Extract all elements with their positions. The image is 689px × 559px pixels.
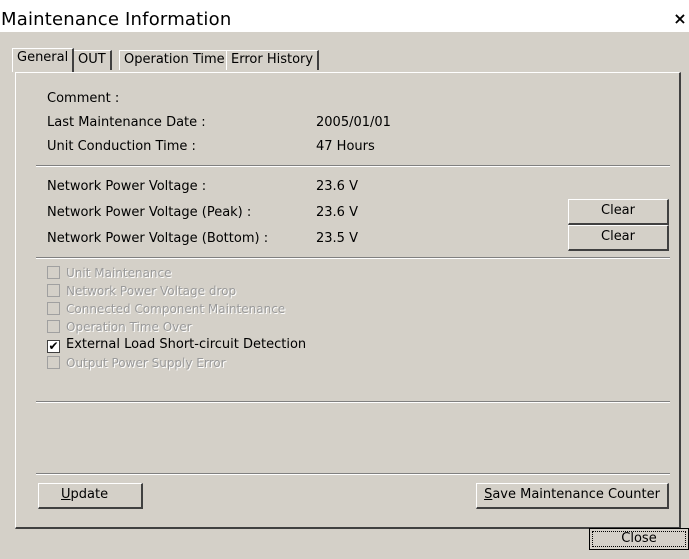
tab-error-history[interactable]: Error History: [226, 50, 320, 70]
last-maintenance-date-value: 2005/01/01: [316, 115, 391, 130]
close-button[interactable]: Close: [589, 528, 689, 550]
tab-general[interactable]: General: [12, 48, 75, 72]
separator: [36, 257, 670, 259]
last-maintenance-date-label: Last Maintenance Date :: [47, 115, 206, 130]
checkbox-unit-maintenance: Unit Maintenance: [47, 265, 172, 281]
update-button[interactable]: Update: [38, 483, 143, 509]
network-power-voltage-peak-label: Network Power Voltage (Peak) :: [47, 205, 252, 220]
checkbox-label: Network Power Voltage drop: [66, 284, 237, 298]
save-maintenance-counter-button[interactable]: Save Maintenance Counter: [476, 483, 669, 509]
comment-label: Comment :: [47, 91, 120, 106]
maintenance-window: Maintenance Information × General OUT Op…: [0, 8, 689, 559]
checkbox-output-power-supply-error: Output Power Supply Error: [47, 355, 226, 371]
network-power-voltage-bottom-label: Network Power Voltage (Bottom) :: [47, 231, 269, 246]
checkmark-icon[interactable]: ✔: [47, 340, 60, 353]
checkbox-label: Connected Component Maintenance: [66, 302, 286, 316]
unit-conduction-time-label: Unit Conduction Time :: [47, 139, 196, 154]
update-mnemonic: U: [61, 487, 71, 502]
unit-conduction-time-value: 47 Hours: [316, 139, 375, 154]
checkbox-label: Operation Time Over: [66, 320, 192, 334]
tab-out[interactable]: OUT: [73, 50, 112, 70]
checkbox-box: [47, 320, 60, 333]
checkbox-box: [47, 356, 60, 369]
save-label: ave Maintenance Counter: [492, 487, 660, 502]
separator: [36, 165, 670, 167]
network-power-voltage-bottom-value: 23.5 V: [316, 231, 358, 246]
tab-operation-time[interactable]: Operation Time: [119, 50, 231, 70]
separator: [36, 401, 670, 403]
checkbox-connected-component-maintenance: Connected Component Maintenance: [47, 301, 285, 317]
update-label: pdate: [70, 487, 109, 502]
checkbox-box: [47, 302, 60, 315]
checkbox-label: Output Power Supply Error: [66, 356, 226, 370]
checkbox-network-power-voltage-drop: Network Power Voltage drop: [47, 283, 236, 299]
network-power-voltage-peak-value: 23.6 V: [316, 205, 358, 220]
title-bar: Maintenance Information ×: [0, 8, 689, 32]
checkbox-box: [47, 284, 60, 297]
checkbox-label: External Load Short-circuit Detection: [66, 337, 307, 352]
separator: [36, 473, 670, 475]
clear-peak-button[interactable]: Clear: [568, 199, 669, 225]
checkbox-label: Unit Maintenance: [66, 266, 172, 280]
general-tab-panel: Comment : Last Maintenance Date : 2005/0…: [15, 72, 681, 529]
network-power-voltage-label: Network Power Voltage :: [47, 179, 207, 194]
clear-bottom-button[interactable]: Clear: [568, 225, 669, 251]
dialog-client: General OUT Operation Time Error History…: [0, 32, 689, 559]
checkbox-box: [47, 266, 60, 279]
checkbox-external-load-short-circuit-detection[interactable]: ✔ External Load Short-circuit Detection: [47, 337, 306, 353]
checkbox-operation-time-over: Operation Time Over: [47, 319, 192, 335]
close-icon[interactable]: ×: [673, 10, 687, 28]
window-title: Maintenance Information: [1, 9, 232, 30]
network-power-voltage-value: 23.6 V: [316, 179, 358, 194]
